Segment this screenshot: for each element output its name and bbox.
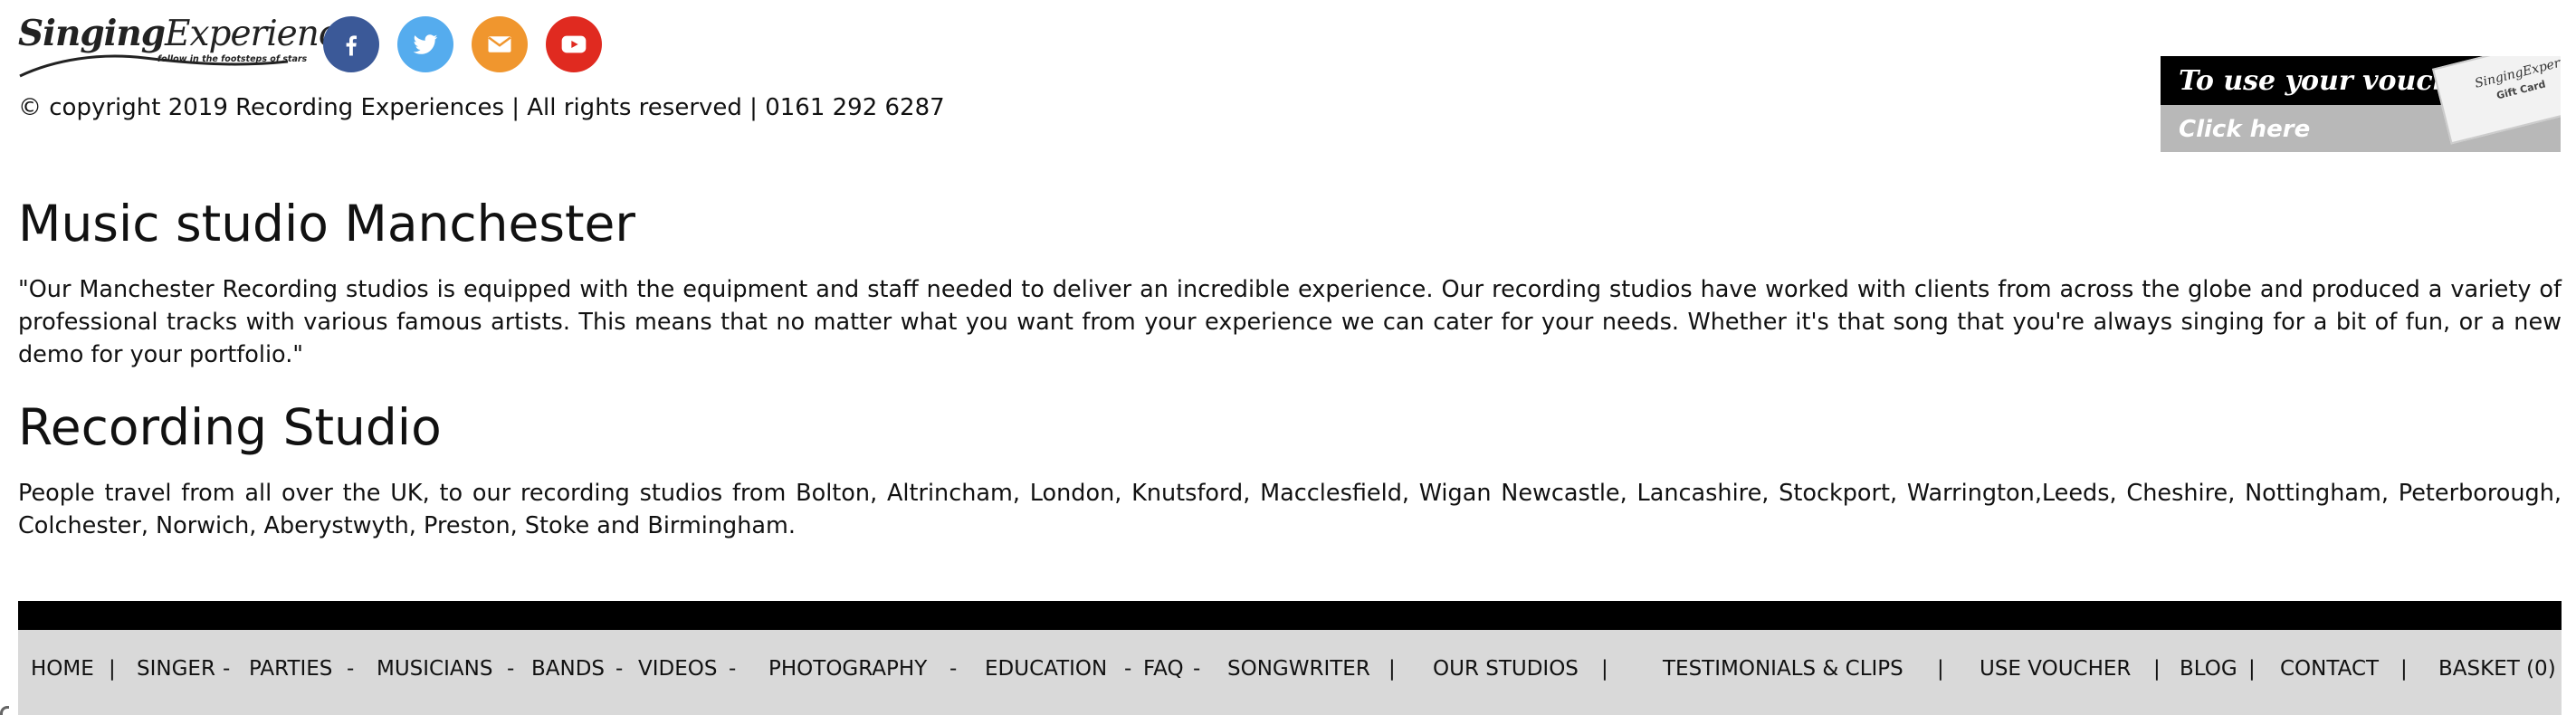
nav-faq[interactable]: FAQ [1143,657,1184,681]
nav-separator: | [2400,657,2408,681]
youtube-link[interactable] [546,16,602,72]
nav-singer[interactable]: SINGER [137,657,215,681]
voucher-click-here: Click here [2179,116,2311,143]
email-icon [488,36,511,52]
email-link[interactable] [472,16,528,72]
nav-parties[interactable]: PARTIES [249,657,332,681]
nav-separator: - [223,657,231,681]
window-corner [0,706,9,715]
nav-separator: | [1601,657,1608,681]
nav-bands[interactable]: BANDS [531,657,605,681]
footer-nav: HOME | SINGER - PARTIES - MUSICIANS - BA… [18,630,2562,715]
facebook-icon [346,35,357,56]
youtube-icon [561,35,587,53]
voucher-banner[interactable]: To use your voucher Click here SingingEx… [2161,56,2561,152]
nav-separator: - [615,657,624,681]
section-heading-music-studio: Music studio Manchester [18,195,635,253]
section-text-recording-studio: People travel from all over the UK, to o… [18,480,2562,539]
logo-wordmark: SingingExperience [18,13,358,54]
nav-separator: | [2153,657,2161,681]
nav-musicians[interactable]: MUSICIANS [377,657,492,681]
nav-separator: | [2248,657,2256,681]
facebook-link[interactable] [323,16,379,72]
section-text-music-studio: "Our Manchester Recording studios is equ… [18,276,2562,368]
nav-separator: | [1937,657,1944,681]
nav-videos[interactable]: VIDEOS [638,657,717,681]
copyright-text: © copyright 2019 Recording Experiences |… [18,94,945,121]
twitter-link[interactable] [397,16,453,72]
nav-separator: - [1193,657,1201,681]
nav-use-voucher[interactable]: USE VOUCHER [1980,657,2131,681]
logo-tagline: follow in the footsteps of stars [157,54,308,64]
nav-songwriter[interactable]: SONGWRITER [1227,657,1370,681]
nav-contact[interactable]: CONTACT [2280,657,2379,681]
nav-separator: | [1388,657,1396,681]
nav-separator: - [729,657,737,681]
nav-separator: - [507,657,515,681]
nav-basket[interactable]: BASKET (0) [2438,657,2556,681]
nav-separator: - [949,657,958,681]
nav-separator: - [347,657,355,681]
nav-our-studios[interactable]: OUR STUDIOS [1433,657,1579,681]
social-links [323,16,602,72]
footer-divider-bar [18,601,2562,630]
nav-photography[interactable]: PHOTOGRAPHY [768,657,927,681]
logo-word-singing: Singing [18,13,166,54]
nav-separator: | [109,657,116,681]
nav-separator: - [1124,657,1132,681]
nav-testimonials[interactable]: TESTIMONIALS & CLIPS [1663,657,1903,681]
section-heading-recording-studio: Recording Studio [18,398,442,456]
nav-blog[interactable]: BLOG [2180,657,2237,681]
twitter-icon [413,34,438,54]
nav-education[interactable]: EDUCATION [985,657,1107,681]
site-logo[interactable]: SingingExperience follow in the footstep… [18,13,358,78]
nav-home[interactable]: HOME [31,657,94,681]
